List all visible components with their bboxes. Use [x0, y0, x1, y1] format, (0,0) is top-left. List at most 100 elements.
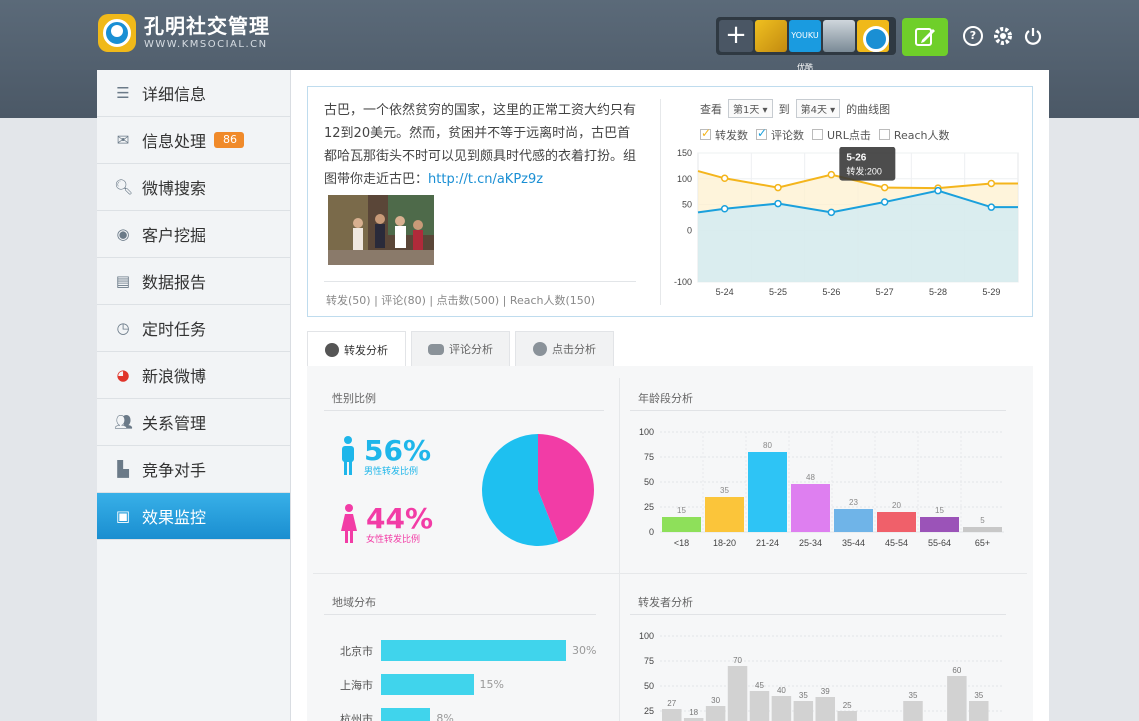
- account-avatar-3[interactable]: [823, 20, 855, 52]
- suffix-label: 的曲线图: [846, 102, 891, 116]
- from-day-value: 第1天: [733, 105, 760, 116]
- region-name: 上海市: [340, 678, 373, 692]
- sidebar-item-messages[interactable]: ✉ 信息处理 86: [97, 117, 290, 164]
- region-bar: [381, 708, 431, 721]
- logo[interactable]: 孔明社交管理 WWW.KMSOCIAL.CN: [98, 14, 270, 52]
- x-tick-label: 5-25: [769, 287, 787, 297]
- post-divider: [324, 281, 636, 282]
- legend-comment[interactable]: 评论数: [756, 126, 804, 143]
- x-tick-label: 65+: [975, 538, 990, 548]
- data-label: 20: [892, 501, 901, 510]
- bar: [920, 517, 959, 532]
- to-label: 到: [778, 102, 790, 116]
- female-percent: 44%: [366, 502, 434, 535]
- section-divider: [324, 614, 596, 615]
- post-link[interactable]: http://t.cn/aKPz9z: [428, 172, 543, 187]
- sidebar-item-relations[interactable]: 👥︎ 关系管理: [97, 399, 290, 446]
- female-stat: 44% 女性转发比例: [340, 504, 433, 546]
- tab-click-analysis[interactable]: 点击分析: [515, 331, 614, 366]
- sidebar-item-competitors[interactable]: ▙ 竞争对手: [97, 446, 290, 493]
- y-tick-label: 75: [644, 656, 654, 666]
- checkbox[interactable]: [700, 126, 711, 140]
- from-day-select[interactable]: 第1天 ▾: [728, 99, 773, 118]
- y-tick-label: 25: [644, 706, 654, 716]
- y-tick-label: 100: [639, 427, 654, 437]
- sidebar-item-details[interactable]: ☰ 详细信息: [97, 70, 290, 117]
- bar: [771, 696, 792, 721]
- sidebar: ☰ 详细信息 ✉ 信息处理 86 🔍︎ 微博搜索 ◉ 客户挖掘 ▤ 数据报告 ◷…: [97, 70, 291, 721]
- comment-icon: [428, 343, 444, 355]
- female-icon: [341, 504, 357, 543]
- x-tick-label: 5-29: [982, 287, 1000, 297]
- data-label: 45: [755, 681, 764, 690]
- legend-url[interactable]: URL点击: [812, 127, 871, 143]
- data-label: 70: [733, 656, 742, 665]
- competitor-icon: ▙: [117, 460, 129, 478]
- checkbox[interactable]: [756, 126, 767, 140]
- help-icon[interactable]: ?: [963, 26, 983, 46]
- add-account-button[interactable]: +: [719, 20, 753, 52]
- data-label: 30: [711, 696, 720, 705]
- to-day-value: 第4天: [800, 105, 827, 116]
- logo-icon: [98, 14, 136, 52]
- x-tick-label: 5-26: [822, 287, 840, 297]
- bar: [947, 676, 967, 721]
- target-icon: ◉: [116, 225, 130, 243]
- sidebar-item-customers[interactable]: ◉ 客户挖掘: [97, 211, 290, 258]
- x-tick-label: 5-28: [929, 287, 947, 297]
- female-label: 女性转发比例: [366, 535, 421, 545]
- bar: [963, 527, 1002, 532]
- y-tick-label: 50: [682, 200, 692, 210]
- tab-comment-analysis[interactable]: 评论分析: [411, 331, 510, 366]
- region-section-title: 地域分布: [332, 596, 376, 609]
- legend-label: URL点击: [827, 129, 871, 142]
- data-point: [720, 174, 729, 183]
- bar: [749, 691, 770, 721]
- checkbox[interactable]: [812, 129, 823, 140]
- data-point: [827, 208, 836, 217]
- users-icon: 👥︎: [114, 413, 134, 431]
- legend-reach[interactable]: Reach人数: [878, 127, 950, 143]
- data-label: 35: [974, 691, 983, 700]
- age-section-title: 年龄段分析: [638, 392, 693, 405]
- weibo-icon: ◕: [116, 366, 130, 384]
- post-image[interactable]: [328, 195, 434, 265]
- sidebar-item-search[interactable]: 🔍︎ 微博搜索: [97, 164, 290, 211]
- to-day-select[interactable]: 第4天 ▾: [795, 99, 841, 118]
- data-point: [720, 204, 729, 213]
- data-label: 23: [849, 498, 858, 507]
- tab-label: 点击分析: [552, 343, 596, 356]
- settings-icon[interactable]: [993, 26, 1013, 46]
- post-content: 古巴，一个依然贫穷的国家，这里的正常工资大约只有12到20美元。然而，贫困并不等…: [324, 99, 642, 191]
- compose-button[interactable]: [902, 18, 948, 56]
- bar: [705, 706, 726, 721]
- tab-forward-analysis[interactable]: 转发分析: [307, 331, 406, 367]
- account-avatar-1[interactable]: [755, 20, 787, 52]
- app-subtitle: WWW.KMSOCIAL.CN: [144, 39, 268, 50]
- sidebar-item-monitoring[interactable]: ▣ 效果监控: [97, 493, 290, 540]
- sidebar-item-weibo[interactable]: ◕ 新浪微博: [97, 352, 290, 399]
- tab-label: 评论分析: [449, 343, 493, 356]
- legend-forward[interactable]: 转发数: [700, 126, 748, 143]
- y-tick-label: 100: [639, 631, 654, 641]
- sidebar-item-reports[interactable]: ▤ 数据报告: [97, 258, 290, 305]
- data-label: 27: [667, 699, 676, 708]
- report-icon: ▤: [115, 272, 131, 290]
- sidebar-item-scheduled[interactable]: ◷ 定时任务: [97, 305, 290, 352]
- data-label: 48: [806, 473, 815, 482]
- checkbox[interactable]: [878, 129, 890, 140]
- account-avatar-youku[interactable]: YOUKU 优酷: [789, 20, 821, 72]
- data-label: 35: [799, 691, 808, 700]
- sidebar-item-label: 定时任务: [142, 320, 207, 339]
- bar: [834, 509, 873, 532]
- bar: [969, 701, 989, 721]
- legend-label: 转发数: [715, 129, 748, 142]
- data-label: 40: [777, 686, 786, 695]
- x-tick-label: 18-20: [713, 538, 736, 548]
- legend-label: 评论数: [771, 129, 804, 142]
- power-icon[interactable]: [1023, 26, 1043, 46]
- y-tick-label: 150: [677, 148, 692, 158]
- sidebar-item-label: 数据报告: [142, 273, 207, 292]
- gender-section-title: 性别比例: [332, 392, 376, 405]
- account-avatar-4[interactable]: [857, 20, 889, 52]
